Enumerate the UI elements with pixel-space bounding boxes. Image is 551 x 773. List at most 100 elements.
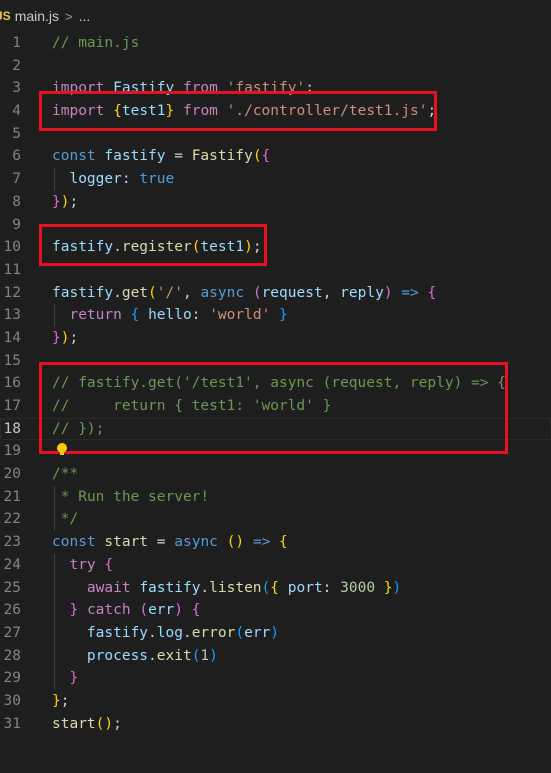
code-line[interactable]: 24 try { bbox=[0, 553, 551, 577]
code-token: ( bbox=[139, 602, 149, 619]
code-token: const bbox=[52, 148, 96, 165]
breadcrumb-file[interactable]: main.js bbox=[15, 8, 59, 24]
code-token: ) bbox=[392, 579, 402, 596]
code-line[interactable]: 12 fastify.get('/', async (request, reply… bbox=[0, 282, 551, 305]
code-line[interactable]: 6 const fastify = Fastify({ bbox=[0, 145, 551, 168]
code-token: await bbox=[86, 579, 131, 596]
chevron-right-icon: > bbox=[65, 8, 73, 24]
code-token: , bbox=[182, 284, 201, 301]
code-text: fastify.get('/', async (request, reply) … bbox=[52, 282, 436, 305]
code-text: const fastify = Fastify({ bbox=[52, 145, 270, 168]
lightbulb-icon[interactable] bbox=[57, 443, 67, 455]
code-text: */ bbox=[52, 508, 78, 531]
code-token: const bbox=[52, 534, 96, 551]
code-token: Fastify bbox=[191, 148, 253, 165]
code-token: try bbox=[69, 556, 96, 573]
code-line[interactable]: 27 fastify.log.error(err) bbox=[0, 621, 551, 645]
code-text: try { bbox=[52, 554, 113, 577]
code-text: // main.js bbox=[52, 32, 139, 55]
code-token: = bbox=[165, 148, 192, 165]
code-text: start(); bbox=[52, 713, 122, 736]
code-line[interactable]: 13 return { hello: 'world' } bbox=[0, 304, 551, 327]
code-token: . bbox=[200, 579, 210, 596]
line-number: 15 bbox=[3, 352, 21, 369]
code-line[interactable]: 8}); bbox=[0, 191, 551, 214]
code-text: } catch (err) { bbox=[52, 599, 200, 622]
code-line[interactable]: 2 bbox=[0, 55, 551, 78]
code-token: async bbox=[174, 534, 218, 551]
line-number: 5 bbox=[12, 125, 21, 142]
code-token: exit bbox=[156, 647, 192, 664]
code-token: /** bbox=[52, 466, 79, 483]
code-token: logger bbox=[69, 171, 122, 188]
code-line[interactable]: 21 * Run the server! bbox=[0, 485, 551, 509]
code-token: fastify bbox=[139, 579, 201, 596]
code-line[interactable]: 26 } catch (err) { bbox=[0, 599, 551, 622]
code-token: => bbox=[401, 284, 419, 301]
code-text: process.exit(1) bbox=[52, 645, 218, 668]
line-number: 19 bbox=[3, 443, 21, 460]
code-token: { bbox=[427, 284, 437, 301]
code-text: const start = async () => { bbox=[52, 531, 288, 554]
code-line[interactable]: 1 // main.js bbox=[0, 32, 551, 55]
code-line[interactable]: 25 await fastify.listen({ port: 3000 }) bbox=[0, 576, 551, 600]
code-token: * Run the server! bbox=[52, 488, 210, 505]
code-token: ) bbox=[383, 284, 393, 301]
code-text: }); bbox=[52, 327, 78, 350]
code-token: fastify bbox=[52, 284, 114, 301]
code-token: ) bbox=[209, 647, 218, 664]
code-token: start bbox=[52, 715, 96, 732]
line-number: 13 bbox=[3, 307, 21, 324]
line-number: 31 bbox=[3, 715, 21, 732]
code-line[interactable]: 20 /** bbox=[0, 463, 551, 486]
code-token: = bbox=[148, 534, 175, 551]
line-number: 16 bbox=[3, 375, 21, 392]
code-token: ; bbox=[113, 715, 122, 732]
line-number: 2 bbox=[12, 57, 21, 74]
code-line[interactable]: 7 logger: true bbox=[0, 168, 551, 191]
line-number: 22 bbox=[3, 511, 21, 528]
line-number: 30 bbox=[3, 692, 21, 709]
code-text: fastify.log.error(err) bbox=[52, 622, 279, 645]
code-token: ; bbox=[69, 193, 79, 210]
code-line[interactable]: 29 } bbox=[0, 667, 551, 690]
code-line[interactable]: 30}; bbox=[0, 690, 551, 713]
code-token: { bbox=[279, 534, 288, 551]
code-line[interactable]: 28 process.exit(1) bbox=[0, 644, 551, 668]
code-line[interactable]: 14}); bbox=[0, 327, 551, 350]
code-token: => bbox=[252, 534, 271, 551]
code-text: logger: true bbox=[52, 168, 174, 191]
code-token: : bbox=[121, 171, 140, 188]
code-token: hello bbox=[148, 307, 192, 324]
code-token: ( bbox=[252, 148, 262, 165]
code-token: get bbox=[121, 284, 149, 301]
code-token: '/' bbox=[156, 284, 183, 301]
breadcrumb-more[interactable]: ... bbox=[79, 8, 91, 24]
code-line[interactable]: 23 const start = async () => { bbox=[0, 531, 551, 554]
line-number: 14 bbox=[3, 329, 21, 346]
code-token: ; bbox=[60, 692, 70, 709]
code-token: 1 bbox=[200, 647, 210, 664]
code-token: listen bbox=[209, 579, 262, 596]
code-token: return bbox=[69, 307, 122, 324]
code-text: }); bbox=[52, 191, 78, 214]
code-line[interactable]: 22 */ bbox=[0, 508, 551, 532]
code-token: ) bbox=[174, 602, 183, 619]
code-token: */ bbox=[52, 511, 79, 528]
code-token: // main.js bbox=[52, 35, 140, 51]
code-token: catch bbox=[86, 602, 131, 619]
code-token: error bbox=[191, 624, 236, 641]
code-token: 'world' bbox=[209, 307, 271, 324]
code-line[interactable]: 31 start(); bbox=[0, 713, 551, 736]
